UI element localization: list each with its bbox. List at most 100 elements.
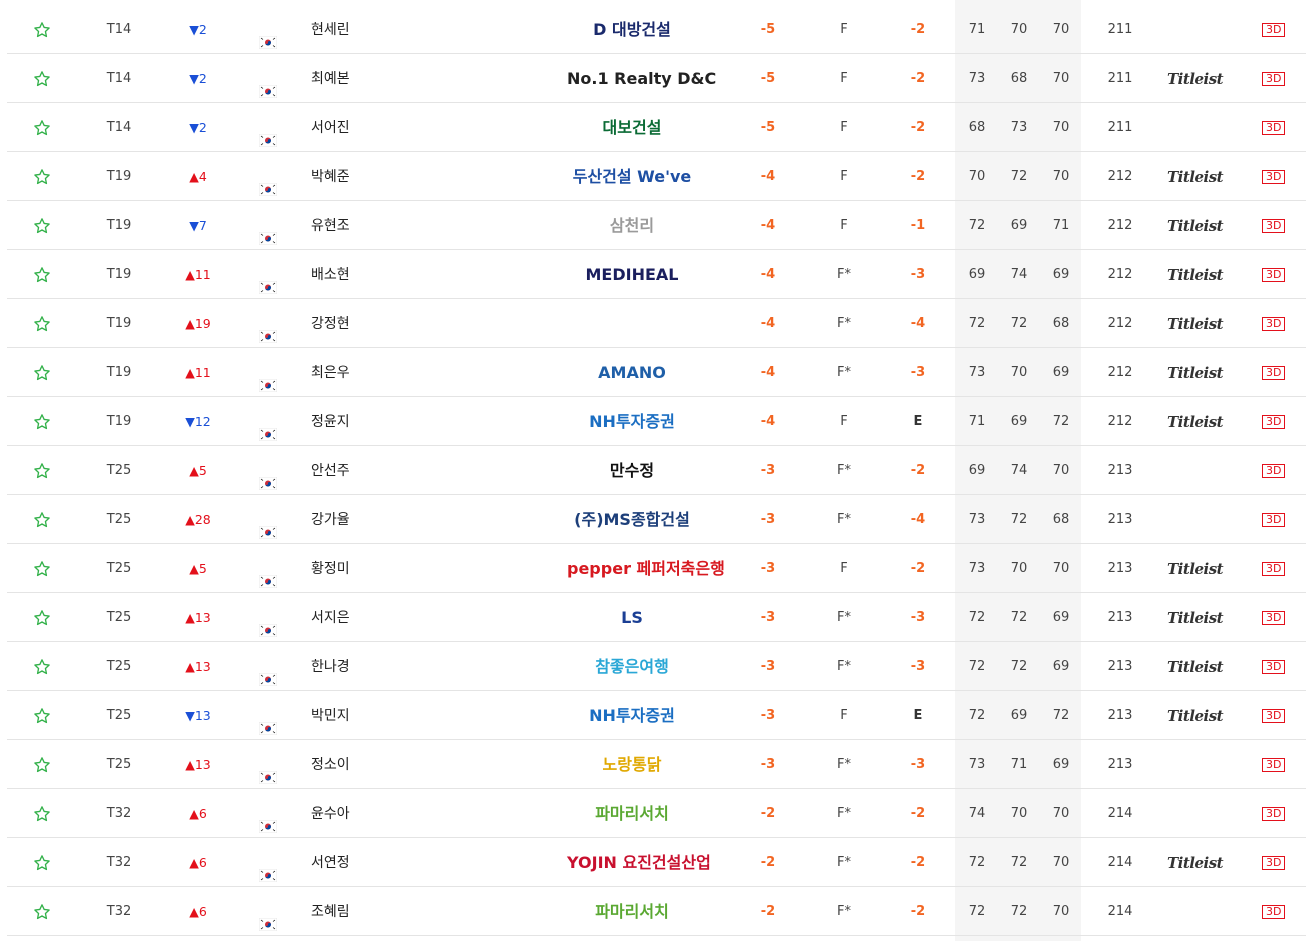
player-name[interactable]: 조혜림: [311, 888, 350, 936]
player-name[interactable]: 박혜준: [311, 153, 350, 201]
table-row[interactable]: T19 ▼7 유현조 삼천리 -4 F -1 72 69 71 212 Titleist 3D: [7, 202, 1306, 250]
3d-view-button[interactable]: 3D: [1262, 219, 1286, 233]
table-row[interactable]: T19 ▲11 최은우 AMANO -4 F* -3 73 70 69 212 Titleist 3D: [7, 349, 1306, 397]
favorite-star-icon[interactable]: [32, 545, 52, 593]
3d-view-button[interactable]: 3D: [1262, 660, 1286, 674]
3d-view-button[interactable]: 3D: [1262, 758, 1286, 772]
total-to-par: -3: [760, 757, 776, 772]
player-name[interactable]: 서지은: [311, 594, 350, 642]
3d-view-button[interactable]: 3D: [1262, 317, 1286, 331]
favorite-star-icon[interactable]: [32, 153, 52, 201]
table-row[interactable]: T32 ▲6 서연정 YOJIN 요진건설산업 -2 F* -2 72 72 70 214 Title…: [7, 839, 1306, 887]
total-strokes: 213: [1107, 561, 1133, 576]
player-name[interactable]: 서어진: [311, 104, 350, 152]
equipment-logo: Titleist: [1167, 854, 1224, 872]
favorite-star-icon[interactable]: [32, 496, 52, 544]
3d-view-button[interactable]: 3D: [1262, 611, 1286, 625]
player-name[interactable]: 유현조: [311, 202, 350, 250]
3d-view-button[interactable]: 3D: [1262, 562, 1286, 576]
player-name[interactable]: 강가율: [311, 496, 350, 544]
favorite-star-icon[interactable]: [32, 888, 52, 936]
player-name[interactable]: 정소이: [311, 741, 350, 789]
player-name[interactable]: 배소현: [311, 251, 350, 299]
korea-flag-icon: [258, 218, 278, 246]
favorite-star-icon[interactable]: [32, 398, 52, 446]
player-name[interactable]: 한나경: [311, 643, 350, 691]
3d-view-button[interactable]: 3D: [1262, 807, 1286, 821]
favorite-star-icon[interactable]: [32, 741, 52, 789]
korea-flag-icon: [258, 659, 278, 687]
3d-view-button[interactable]: 3D: [1262, 121, 1286, 135]
3d-view-button[interactable]: 3D: [1262, 415, 1286, 429]
round-3-score: 68: [1052, 316, 1070, 331]
favorite-star-icon[interactable]: [32, 349, 52, 397]
round-2-score: 70: [1010, 365, 1028, 380]
favorite-star-icon[interactable]: [32, 6, 52, 54]
favorite-star-icon[interactable]: [32, 447, 52, 495]
favorite-star-icon[interactable]: [32, 202, 52, 250]
favorite-star-icon[interactable]: [32, 643, 52, 691]
total-to-par: -4: [760, 267, 776, 282]
table-row[interactable]: T25 ▲13 서지은 LS -3 F* -3 72 72 69 213 Titleist 3D: [7, 594, 1306, 642]
3d-view-button[interactable]: 3D: [1262, 268, 1286, 282]
favorite-star-icon[interactable]: [32, 104, 52, 152]
sponsor-logo: pepper 페퍼저축은행: [567, 559, 725, 578]
player-name[interactable]: 정윤지: [311, 398, 350, 446]
round-3-score: 70: [1052, 806, 1070, 821]
round-2-score: 72: [1010, 610, 1028, 625]
thru: F*: [837, 904, 851, 919]
total-strokes: 212: [1107, 218, 1133, 233]
3d-view-button[interactable]: 3D: [1262, 856, 1286, 870]
table-row[interactable]: T14 ▼2 서어진 대보건설 -5 F -2 68 73 70 211 3D: [7, 104, 1306, 152]
player-name[interactable]: 현세린: [311, 6, 350, 54]
korea-flag-icon: [258, 316, 278, 344]
thru: F*: [837, 757, 851, 772]
today-score: -3: [910, 757, 926, 772]
table-row[interactable]: T25 ▲28 강가율 (주)MS종합건설 -3 F* -4 73 72 68 213 3D: [7, 496, 1306, 544]
favorite-star-icon[interactable]: [32, 594, 52, 642]
table-row[interactable]: T25 ▲13 한나경 참좋은여행 -3 F* -3 72 72 69 213 Titleist 3D: [7, 643, 1306, 691]
3d-view-button[interactable]: 3D: [1262, 513, 1286, 527]
favorite-star-icon[interactable]: [32, 55, 52, 103]
player-name[interactable]: 황정미: [311, 545, 350, 593]
equipment-logo: [1167, 496, 1227, 544]
3d-view-button[interactable]: 3D: [1262, 905, 1286, 919]
table-row[interactable]: T19 ▲19 강정현 -4 F* -4 72 72 68 212 Titleist 3D: [7, 300, 1306, 348]
thru: F*: [837, 463, 851, 478]
favorite-star-icon[interactable]: [32, 790, 52, 838]
table-row[interactable]: T14 ▼2 최예본 No.1 Realty D&C -5 F -2 73 68 70 211 Tit…: [7, 55, 1306, 103]
favorite-star-icon[interactable]: [32, 692, 52, 740]
table-row[interactable]: T32 ▲6 윤수아 파마리서치 -2 F* -2 74 70 70 214 3D: [7, 790, 1306, 838]
3d-view-button[interactable]: 3D: [1262, 709, 1286, 723]
favorite-star-icon[interactable]: [32, 839, 52, 887]
player-name[interactable]: 박민지: [311, 692, 350, 740]
table-row[interactable]: T19 ▼12 정윤지 NH투자증권 -4 F E 71 69 72 212 Titleist 3D: [7, 398, 1306, 446]
3d-view-button[interactable]: 3D: [1262, 170, 1286, 184]
3d-view-button[interactable]: 3D: [1262, 366, 1286, 380]
table-row[interactable]: T14 ▼2 현세린 D 대방건설 -5 F -2 71 70 70 211 3D: [7, 6, 1306, 54]
sponsor-logo: 파마리서치: [595, 804, 669, 823]
3d-view-button[interactable]: 3D: [1262, 464, 1286, 478]
equipment-logo: Titleist: [1167, 70, 1224, 88]
table-row[interactable]: T19 ▲11 배소현 MEDIHEAL -4 F* -3 69 74 69 212 Titleist…: [7, 251, 1306, 299]
table-row[interactable]: T25 ▲13 정소이 노랑통닭 -3 F* -3 73 71 69 213 3D: [7, 741, 1306, 789]
korea-flag-icon: [258, 22, 278, 50]
3d-view-button[interactable]: 3D: [1262, 72, 1286, 86]
table-row[interactable]: T25 ▲5 황정미 pepper 페퍼저축은행 -3 F -2 73 70 70 213 Title…: [7, 545, 1306, 593]
player-name[interactable]: 최예본: [311, 55, 350, 103]
player-name[interactable]: 윤수아: [311, 790, 350, 838]
favorite-star-icon[interactable]: [32, 300, 52, 348]
table-row[interactable]: T19 ▲4 박혜준 두산건설 We've -4 F -2 70 72 70 212 Titleist…: [7, 153, 1306, 201]
player-name[interactable]: 안선주: [311, 447, 350, 495]
favorite-star-icon[interactable]: [32, 251, 52, 299]
player-name[interactable]: 서연정: [311, 839, 350, 887]
player-name[interactable]: 최은우: [311, 349, 350, 397]
rank-change: ▼7: [189, 218, 207, 233]
table-row[interactable]: T25 ▲5 안선주 만수정 -3 F* -2 69 74 70 213 3D: [7, 447, 1306, 495]
thru: F*: [837, 512, 851, 527]
table-row[interactable]: T32 ▲6 조혜림 파마리서치 -2 F* -2 72 72 70 214 3D: [7, 888, 1306, 936]
rank: T32: [106, 806, 132, 821]
table-row[interactable]: T25 ▼13 박민지 NH투자증권 -3 F E 72 69 72 213 Titleist 3D: [7, 692, 1306, 740]
3d-view-button[interactable]: 3D: [1262, 23, 1286, 37]
player-name[interactable]: 강정현: [311, 300, 350, 348]
